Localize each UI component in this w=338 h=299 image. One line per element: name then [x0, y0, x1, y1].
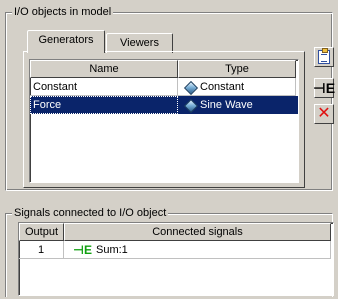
delete-button[interactable]: ✕	[314, 104, 334, 124]
delete-icon: ✕	[317, 105, 331, 122]
generator-name: Force	[30, 96, 178, 114]
generators-list-header: Name Type	[30, 60, 298, 78]
tab-generators[interactable]: Generators	[27, 30, 105, 53]
connect-icon: ⊣E	[312, 80, 336, 96]
generator-row-force[interactable]: Force Sine Wave	[30, 96, 298, 114]
signals-group-title: Signals connected to I/O object	[12, 206, 169, 220]
column-header-connected-signals[interactable]: Connected signals	[64, 223, 331, 241]
signal-row[interactable]: 1 ⊣E Sum:1	[19, 241, 333, 259]
column-header-output[interactable]: Output	[19, 223, 64, 241]
diamond-icon	[185, 82, 195, 92]
generator-name: Constant	[30, 78, 178, 96]
column-header-name[interactable]: Name	[30, 60, 178, 78]
properties-button[interactable]	[314, 47, 334, 67]
tab-generators-label: Generators	[38, 34, 94, 46]
clipboard-icon	[318, 48, 330, 64]
signal-output: 1	[19, 241, 64, 259]
generator-type-cell: Sine Wave	[178, 96, 296, 114]
tab-viewers[interactable]: Viewers	[106, 33, 173, 53]
column-header-type[interactable]: Type	[178, 60, 296, 78]
signals-list-header: Output Connected signals	[19, 223, 333, 241]
generator-row-constant[interactable]: Constant Constant	[30, 78, 298, 96]
signal-cell: ⊣E Sum:1	[64, 241, 331, 259]
io-objects-group-title: I/O objects in model	[12, 5, 114, 19]
tab-viewers-label: Viewers	[120, 37, 159, 49]
generator-type: Constant	[200, 80, 245, 93]
signals-list[interactable]: Output Connected signals 1 ⊣E Sum:1	[18, 222, 334, 296]
connect-button[interactable]: ⊣E	[312, 78, 336, 98]
generators-list[interactable]: Name Type Constant Constant Force Sine W…	[29, 59, 299, 183]
generator-type: Sine Wave	[200, 98, 253, 111]
generator-type-cell: Constant	[178, 78, 296, 96]
signal-icon: ⊣E	[73, 242, 92, 257]
diamond-icon	[185, 100, 195, 110]
signal-name: Sum:1	[95, 243, 128, 256]
